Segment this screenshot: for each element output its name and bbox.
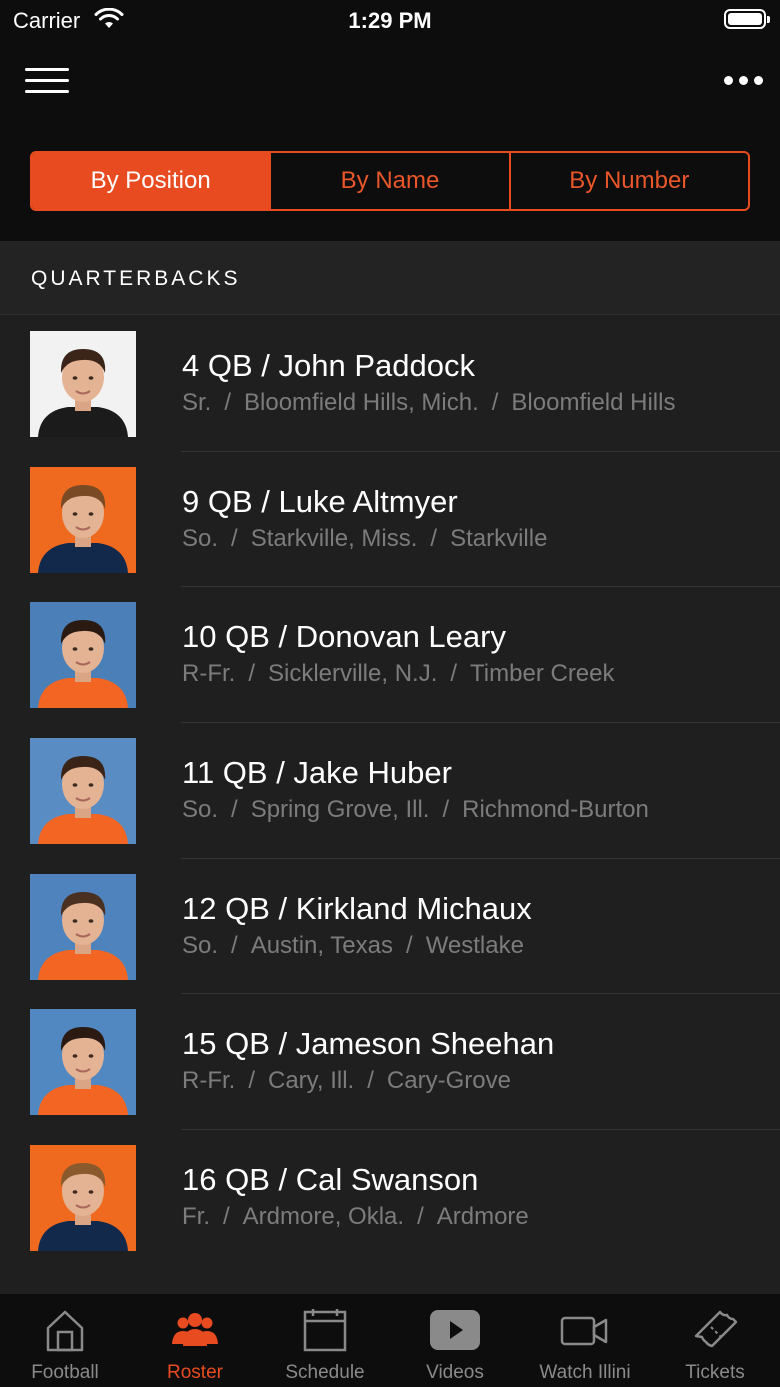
player-photo [30, 873, 136, 980]
tab-tickets[interactable]: Tickets [650, 1294, 780, 1387]
player-hometown: Austin, Texas [250, 931, 394, 959]
separator: / [231, 796, 238, 824]
player-school: Bloomfield Hills [511, 389, 676, 416]
player-year: Fr. [182, 1203, 210, 1231]
player-photo [30, 1009, 136, 1116]
tab-football[interactable]: Football [0, 1294, 130, 1387]
player-year: Sr. [182, 389, 212, 416]
battery-icon [724, 9, 770, 29]
player-name: 12 QB / Kirkland Michaux [182, 890, 532, 926]
player-year: R-Fr. [182, 1067, 236, 1095]
separator: / [231, 931, 238, 959]
status-bar: Carrier 1:29 PM [0, 0, 780, 40]
segment-by-name[interactable]: By Name [271, 153, 511, 209]
player-photo [30, 602, 136, 709]
player-details: R-Fr. / Cary, Ill. / Cary-Grove [182, 1067, 511, 1095]
player-year: So. [182, 524, 219, 552]
player-details: R-Fr. / Sicklerville, N.J. / Timber Creek [182, 660, 615, 688]
player-photo [30, 331, 136, 437]
calendar-icon [300, 1308, 350, 1352]
separator: / [406, 931, 413, 959]
player-row[interactable]: 10 QB / Donovan Leary R-Fr. / Sicklerville,… [0, 587, 780, 723]
separator: / [430, 524, 438, 552]
tab-label: Videos [426, 1362, 484, 1383]
player-school: Ardmore [436, 1203, 529, 1231]
separator: / [417, 1203, 424, 1231]
section-title: QUARTERBACKS [31, 267, 241, 290]
tab-schedule[interactable]: Schedule [260, 1294, 390, 1387]
section-header: QUARTERBACKS [0, 241, 780, 315]
player-year: So. [182, 796, 219, 824]
video-camera-icon [560, 1308, 610, 1352]
player-school: Cary-Grove [386, 1067, 511, 1095]
tab-label: Schedule [285, 1362, 365, 1383]
player-name: 11 QB / Jake Huber [182, 755, 452, 791]
player-name: 15 QB / Jameson Sheehan [182, 1026, 555, 1062]
player-hometown: Spring Grove, Ill. [250, 796, 430, 824]
player-hometown: Starkville, Miss. [250, 524, 418, 552]
roster-list: 4 QB / John Paddock Sr. / Bloomfield Hills,… [0, 316, 780, 1266]
status-time: 1:29 PM [348, 8, 432, 33]
separator: / [367, 1067, 374, 1095]
player-details: Sr. / Bloomfield Hills, Mich. / Bloomfield H… [182, 389, 675, 417]
player-name: 16 QB / Cal Swanson [182, 1162, 479, 1198]
player-details: So. / Spring Grove, Ill. / Richmond-Burton [182, 796, 649, 824]
tab-roster[interactable]: Roster [130, 1294, 260, 1387]
player-hometown: Bloomfield Hills, Mich. [244, 389, 479, 416]
more-dots-icon[interactable] [724, 76, 764, 86]
tab-bar: Football Roster Schedule Videos Watch Illini… [0, 1294, 780, 1387]
player-school: Timber Creek [470, 660, 615, 688]
separator: / [224, 389, 232, 416]
hamburger-menu-icon[interactable] [25, 68, 69, 94]
tab-watch-illini[interactable]: Watch Illini [520, 1294, 650, 1387]
player-hometown: Sicklerville, N.J. [268, 660, 438, 688]
tab-videos[interactable]: Videos [390, 1294, 520, 1387]
player-photo [30, 466, 136, 573]
player-school: Richmond-Burton [462, 796, 649, 824]
tab-label: Watch Illini [539, 1362, 631, 1383]
play-video-icon [430, 1308, 480, 1352]
player-row[interactable]: 4 QB / John Paddock Sr. / Bloomfield Hills,… [0, 316, 780, 452]
sort-segmented-control: By Position By Name By Number [30, 151, 750, 211]
player-name: 4 QB / John Paddock [182, 348, 475, 383]
player-photo [30, 1145, 136, 1252]
player-photo [30, 738, 136, 845]
player-details: So. / Austin, Texas / Westlake [182, 932, 524, 960]
segment-by-number[interactable]: By Number [511, 153, 748, 209]
separator: / [223, 1203, 230, 1231]
separator: / [248, 1067, 255, 1095]
player-hometown: Ardmore, Okla. [242, 1203, 405, 1231]
home-icon [40, 1308, 90, 1352]
separator: / [491, 389, 499, 416]
player-name: 10 QB / Donovan Leary [182, 619, 506, 655]
tab-label: Roster [167, 1362, 223, 1383]
player-year: So. [182, 931, 219, 959]
separator: / [231, 524, 238, 552]
player-hometown: Cary, Ill. [268, 1067, 355, 1095]
segment-by-position[interactable]: By Position [32, 153, 272, 209]
tab-label: Football [31, 1362, 99, 1383]
separator: / [450, 660, 458, 688]
roster-people-icon [170, 1308, 220, 1352]
tab-label: Tickets [685, 1362, 745, 1383]
player-school: Starkville [450, 524, 548, 552]
player-row[interactable]: 15 QB / Jameson Sheehan R-Fr. / Cary, Ill. /… [0, 994, 780, 1130]
player-year: R-Fr. [182, 660, 236, 688]
nav-bar [0, 40, 780, 120]
separator: / [248, 660, 255, 688]
separator: / [442, 796, 450, 824]
player-details: Fr. / Ardmore, Okla. / Ardmore [182, 1203, 529, 1231]
segment-area: By Position By Name By Number [0, 120, 780, 241]
player-school: Westlake [425, 931, 524, 959]
player-row[interactable]: 16 QB / Cal Swanson Fr. / Ardmore, Okla. / Ar… [0, 1130, 780, 1266]
player-row[interactable]: 9 QB / Luke Altmyer So. / Starkville, Miss.… [0, 452, 780, 588]
ticket-icon [690, 1308, 740, 1352]
player-details: So. / Starkville, Miss. / Starkville [182, 525, 547, 553]
player-row[interactable]: 11 QB / Jake Huber So. / Spring Grove, Ill.… [0, 723, 780, 859]
player-name: 9 QB / Luke Altmyer [182, 483, 458, 519]
player-row[interactable]: 12 QB / Kirkland Michaux So. / Austin, Texa… [0, 859, 780, 995]
